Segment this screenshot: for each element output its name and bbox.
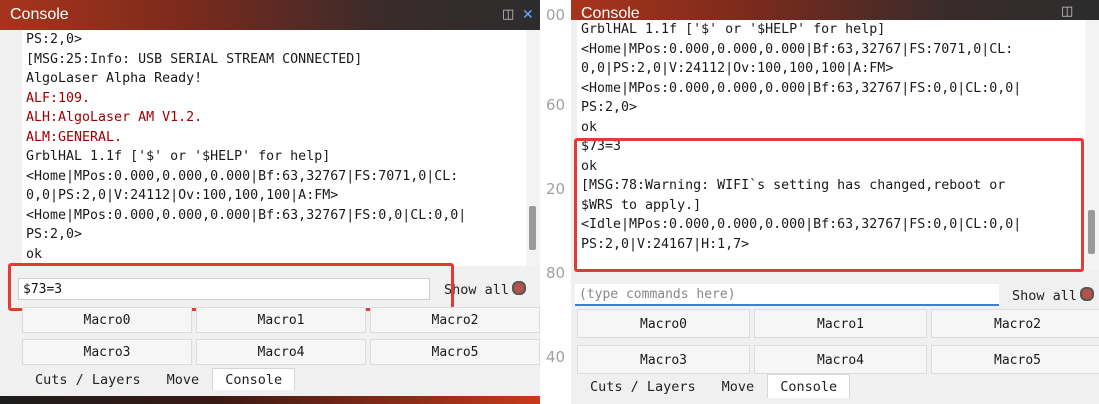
console-line: GrblHAL 1.1f ['$' or '$HELP' for help] — [581, 22, 886, 37]
macro-button-1[interactable]: Macro1 — [754, 309, 927, 338]
console-line: ALH:AlgoLaser AM V1.2. — [26, 110, 203, 125]
toggle-switch-icon[interactable] — [1080, 287, 1095, 301]
bottom-tabs: Cuts / Layers Move Console — [22, 368, 296, 390]
console-line: 0,0|PS:2,0|V:24112|Ov:100,100,100|A:FM> — [26, 188, 339, 203]
console-line: ok — [581, 158, 598, 174]
macro-button-4[interactable]: Macro4 — [196, 339, 366, 365]
console-line: AlgoLaser Alpha Ready! — [26, 71, 203, 86]
ruler-gutter: 00 60 20 80 40 — [540, 0, 571, 404]
float-icon[interactable]: ◫ — [1061, 4, 1073, 19]
console-line: ok — [26, 246, 43, 262]
ruler-label: 00 — [545, 6, 566, 24]
macro-button-2[interactable]: Macro2 — [370, 307, 540, 333]
macro-grid: Macro0 Macro1 Macro2 Macro3 Macro4 Macro… — [22, 307, 540, 365]
console-line: ALF:109. — [26, 90, 91, 106]
console-line: <Idle|MPos:0.000,0.000,0.000|Bf:63,32767… — [581, 217, 1022, 232]
tab-cuts-layers[interactable]: Cuts / Layers — [577, 374, 709, 398]
float-icon[interactable]: ◫ — [502, 7, 514, 22]
console-titlebar[interactable]: Console ◫ ✕ — [0, 0, 540, 30]
ruler-label: 80 — [545, 264, 566, 282]
console-line: 0,0|PS:2,0|V:24112|Ov:100,100,100|A:FM> — [581, 61, 894, 76]
ruler-label: 60 — [545, 96, 566, 114]
console-line: [MSG:78:Warning: WIFI`s setting has chan… — [581, 178, 1006, 193]
ruler-label: 20 — [545, 180, 566, 198]
command-input[interactable] — [575, 284, 999, 306]
command-input[interactable] — [18, 278, 430, 300]
left-console-panel: Console ◫ ✕ PS:2,0> [MSG:25:Info: USB SER… — [0, 0, 540, 404]
tab-cuts-layers[interactable]: Cuts / Layers — [22, 368, 154, 390]
macro-button-4[interactable]: Macro4 — [754, 345, 927, 374]
macro-button-0[interactable]: Macro0 — [22, 307, 192, 333]
console-line: ok — [581, 119, 598, 135]
console-scrollbar[interactable] — [1085, 20, 1099, 270]
console-line: PS:2,0> — [581, 100, 638, 115]
console-line: PS:2,0> — [26, 227, 83, 242]
console-line: GrblHAL 1.1f ['$' or '$HELP' for help] — [26, 149, 331, 164]
console-line: [MSG:25:Info: USB SERIAL STREAM CONNECTE… — [26, 51, 363, 67]
show-all-label: Show all — [444, 282, 510, 298]
right-console-panel: Console ◫ GrblHAL 1.1f ['$' or '$HELP' f… — [571, 0, 1099, 404]
macro-grid: Macro0 Macro1 Macro2 Macro3 Macro4 Macro… — [577, 309, 1099, 374]
console-line: <Home|MPos:0.000,0.000,0.000|Bf:63,32767… — [581, 41, 1014, 57]
console-line: ALM:GENERAL. — [26, 129, 123, 145]
console-title: Console — [10, 6, 69, 23]
close-icon[interactable]: ✕ — [522, 7, 534, 23]
ruler-label: 40 — [545, 348, 566, 366]
tab-move[interactable]: Move — [154, 368, 213, 390]
show-all-toggle[interactable]: Show all — [444, 281, 527, 298]
taskbar-strip — [0, 396, 540, 404]
macro-button-5[interactable]: Macro5 — [931, 345, 1099, 374]
console-line: <Home|MPos:0.000,0.000,0.000|Bf:63,32767… — [581, 80, 1022, 96]
console-line: <Home|MPos:0.000,0.000,0.000|Bf:63,32767… — [26, 168, 459, 184]
bottom-tabs: Cuts / Layers Move Console — [577, 374, 851, 398]
tab-console[interactable]: Console — [212, 368, 296, 390]
console-line: PS:2,0> — [26, 32, 83, 47]
macro-button-3[interactable]: Macro3 — [22, 339, 192, 365]
console-titlebar[interactable]: Console ◫ — [571, 0, 1099, 22]
console-line: $73=3 — [581, 139, 622, 154]
console-scrollbar[interactable] — [526, 30, 540, 266]
show-all-label: Show all — [1012, 288, 1078, 304]
scrollbar-thumb[interactable] — [529, 206, 536, 250]
macro-button-3[interactable]: Macro3 — [577, 345, 750, 374]
macro-button-2[interactable]: Macro2 — [931, 309, 1099, 338]
tab-move[interactable]: Move — [709, 374, 768, 398]
console-line: PS:2,0|V:24167|H:1,7> — [581, 236, 750, 252]
macro-button-5[interactable]: Macro5 — [370, 339, 540, 365]
console-line: <Home|MPos:0.000,0.000,0.000|Bf:63,32767… — [26, 207, 467, 223]
console-output: PS:2,0> [MSG:25:Info: USB SERIAL STREAM C… — [22, 30, 540, 266]
toggle-switch-icon[interactable] — [512, 281, 527, 295]
scrollbar-thumb[interactable] — [1088, 210, 1095, 254]
macro-button-0[interactable]: Macro0 — [577, 309, 750, 338]
show-all-toggle[interactable]: Show all — [1012, 287, 1095, 304]
console-output: GrblHAL 1.1f ['$' or '$HELP' for help] <H… — [577, 20, 1099, 270]
macro-button-1[interactable]: Macro1 — [196, 307, 366, 333]
tab-console[interactable]: Console — [767, 374, 851, 398]
console-line: $WRS to apply.] — [581, 197, 702, 213]
